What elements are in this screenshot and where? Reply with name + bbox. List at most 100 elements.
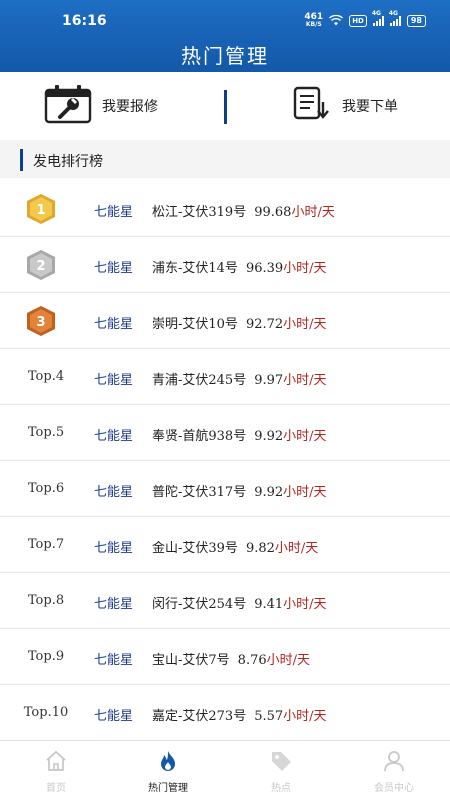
medal-number: 3 (36, 315, 45, 330)
medal-number: 2 (36, 259, 45, 274)
rank-label: Top.10 (23, 705, 69, 720)
tag-icon (269, 749, 293, 773)
status-time: 16:16 (62, 13, 107, 29)
action-divider (224, 90, 227, 124)
order-label: 我要下单 (342, 99, 398, 115)
station-info: 崇明-艾伏10号 92.72小时/天 (152, 313, 327, 332)
company-name: 七能星 (94, 373, 134, 388)
station-info: 普陀-艾伏317号 9.92小时/天 (152, 481, 327, 500)
generation-value: 92.72 (245, 317, 284, 332)
generation-value: 9.82 (245, 541, 275, 556)
tab-member-center[interactable]: 会员中心 (338, 741, 450, 800)
flame-icon (156, 749, 180, 773)
ranking-row[interactable]: 2 七能星 浦东-艾伏14号 96.39小时/天 (0, 237, 450, 293)
station-info: 嘉定-艾伏273号 5.57小时/天 (152, 705, 327, 724)
repair-label: 我要报修 (102, 99, 158, 115)
ranking-row[interactable]: 3 七能星 崇明-艾伏10号 92.72小时/天 (0, 293, 450, 349)
calendar-wrench-icon (44, 84, 92, 128)
rank-label: Top.6 (27, 481, 65, 496)
ranking-row[interactable]: Top.10 七能星 嘉定-艾伏273号 5.57小时/天 (0, 685, 450, 741)
signal-icon: 4G (389, 10, 401, 26)
tab-hotspot[interactable]: 热点 (225, 741, 337, 800)
station-name: 嘉定-艾伏273号 (152, 709, 247, 724)
battery-icon: 98 (406, 15, 426, 27)
generation-value: 5.57 (254, 709, 284, 724)
network-speed: 461 KB/S (304, 13, 323, 29)
generation-unit: 小时/天 (283, 429, 327, 444)
repair-button[interactable]: 我要报修 (44, 72, 158, 140)
ranking-row[interactable]: Top.8 七能星 闵行-艾伏254号 9.41小时/天 (0, 573, 450, 629)
order-button[interactable]: 我要下单 (292, 72, 398, 140)
rank-label: Top.8 (27, 593, 65, 608)
station-name: 奉贤-首航938号 (152, 429, 247, 444)
station-name: 崇明-艾伏10号 (152, 317, 238, 332)
generation-unit: 小时/天 (274, 541, 319, 556)
station-info: 宝山-艾伏7号 8.76小时/天 (152, 649, 310, 668)
medal-number: 1 (36, 203, 45, 218)
tab-member-center-label: 会员中心 (374, 783, 414, 794)
gold-medal-icon: 1 (24, 193, 58, 225)
generation-unit: 小时/天 (283, 709, 327, 724)
generation-value: 96.39 (245, 261, 284, 276)
company-name: 七能星 (94, 429, 134, 444)
generation-unit: 小时/天 (283, 597, 327, 612)
signal-label: 4G (371, 10, 381, 17)
generation-value: 99.68 (254, 205, 292, 220)
ranking-list: 1 七能星 松江-艾伏319号 99.68小时/天 2 七能星 浦东-艾伏14号 96.… (0, 181, 450, 741)
rank-label: Top.5 (27, 425, 65, 440)
station-info: 浦东-艾伏14号 96.39小时/天 (152, 257, 327, 276)
ranking-row[interactable]: Top.9 七能星 宝山-艾伏7号 8.76小时/天 (0, 629, 450, 685)
station-name: 青浦-艾伏245号 (152, 373, 247, 388)
ranking-row[interactable]: Top.6 七能星 普陀-艾伏317号 9.92小时/天 (0, 461, 450, 517)
network-speed-unit: KB/S (305, 21, 322, 28)
document-download-icon (292, 86, 332, 126)
rank-label: Top.9 (27, 649, 65, 664)
wifi-icon (329, 14, 344, 28)
tab-hotspot-label: 热点 (271, 783, 291, 794)
bronze-medal-icon: 3 (24, 305, 58, 337)
rank-label: Top.7 (27, 537, 65, 552)
silver-medal-icon: 2 (24, 249, 58, 281)
generation-unit: 小时/天 (283, 485, 327, 500)
generation-unit: 小时/天 (283, 373, 327, 388)
network-speed-value: 461 (304, 12, 324, 22)
section-header: 发电排行榜 (0, 140, 450, 178)
company-name: 七能星 (94, 541, 134, 556)
company-name: 七能星 (94, 317, 134, 332)
status-bar: 16:16 461 KB/S HD 4G 4G 98 (0, 0, 450, 40)
station-name: 金山-艾伏39号 (152, 541, 238, 556)
signal-icon: 4G (372, 10, 384, 26)
company-name: 七能星 (94, 205, 134, 220)
ranking-row[interactable]: 1 七能星 松江-艾伏319号 99.68小时/天 (0, 181, 450, 237)
station-name: 宝山-艾伏7号 (152, 653, 230, 668)
hd-badge: HD (349, 15, 367, 27)
ranking-row[interactable]: Top.5 七能星 奉贤-首航938号 9.92小时/天 (0, 405, 450, 461)
tab-home[interactable]: 首页 (0, 741, 112, 800)
generation-value: 9.41 (254, 597, 284, 612)
ranking-row[interactable]: Top.7 七能星 金山-艾伏39号 9.82小时/天 (0, 517, 450, 573)
signal-label: 4G (388, 10, 398, 17)
station-name: 浦东-艾伏14号 (152, 261, 238, 276)
company-name: 七能星 (94, 597, 134, 612)
station-info: 奉贤-首航938号 9.92小时/天 (152, 425, 327, 444)
tab-hot-management-label: 热门管理 (148, 783, 188, 794)
home-icon (44, 749, 68, 773)
generation-value: 9.92 (254, 485, 284, 500)
generation-unit: 小时/天 (291, 205, 335, 220)
status-icons: 461 KB/S HD 4G 4G 98 (304, 10, 426, 29)
user-icon (382, 749, 406, 773)
company-name: 七能星 (94, 709, 134, 724)
section-title: 发电排行榜 (33, 154, 103, 170)
generation-value: 9.92 (254, 429, 284, 444)
company-name: 七能星 (94, 653, 134, 668)
station-info: 青浦-艾伏245号 9.97小时/天 (152, 369, 327, 388)
station-name: 闵行-艾伏254号 (152, 597, 247, 612)
generation-value: 9.97 (254, 373, 284, 388)
station-info: 金山-艾伏39号 9.82小时/天 (152, 537, 318, 556)
tab-hot-management[interactable]: 热门管理 (112, 741, 224, 800)
tab-home-label: 首页 (46, 783, 66, 794)
ranking-row[interactable]: Top.4 七能星 青浦-艾伏245号 9.97小时/天 (0, 349, 450, 405)
section-marker (20, 149, 23, 171)
page-title: 热门管理 (181, 44, 269, 68)
generation-unit: 小时/天 (266, 653, 311, 668)
